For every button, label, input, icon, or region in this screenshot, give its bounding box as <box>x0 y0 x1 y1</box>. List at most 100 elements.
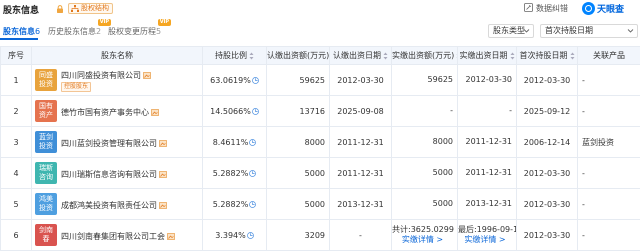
shareholder-avatar[interactable]: 瑞斯 咨询 <box>35 162 57 184</box>
data-error-label: 数据纠错 <box>536 4 568 13</box>
tab-history-shareholders[interactable]: 历史股东信息2 VIP <box>48 19 112 37</box>
shareholder-cell: 剑南春 四川剑南春集团有限公司工会 <box>31 219 203 251</box>
subscribed-amount: 5000 <box>266 188 330 220</box>
subscribed-amount: 8000 <box>266 126 330 158</box>
row-index: 4 <box>0 157 32 189</box>
chart-icon[interactable] <box>249 169 257 177</box>
shareholder-avatar[interactable]: 剑南春 <box>35 224 57 246</box>
paid-amount: 8000 <box>432 137 453 146</box>
first-holding-date: 2012-03-30 <box>516 188 578 220</box>
ratio-cell: 3.394% <box>202 219 267 251</box>
shareholder-name[interactable]: 四川瑞斯信息咨询有限公司 <box>61 169 167 180</box>
col-sub-date[interactable]: 认缴出资日期 <box>329 46 392 65</box>
ratio-cell: 14.5066% <box>202 95 267 127</box>
related-product[interactable]: - <box>577 95 640 127</box>
ratio-value: 5.2882% <box>212 168 249 178</box>
section-title: 股东信息 <box>3 6 40 16</box>
chart-icon[interactable] <box>249 200 257 208</box>
col-sub-amount[interactable]: 认缴出资额(万元) <box>266 46 330 65</box>
paid-date: 2012-03-30 <box>465 75 513 84</box>
paid-amount-cell: 5000 <box>391 188 458 220</box>
col-ratio[interactable]: 持股比例 <box>202 46 267 65</box>
col-label: 首次持股日期 <box>519 51 568 60</box>
col-related: 关联产品 <box>577 46 640 65</box>
related-product[interactable]: 蓝剑投资 <box>577 126 640 158</box>
related-product[interactable]: - <box>577 219 640 251</box>
shareholder-table: 序号 股东名称 持股比例 认缴出资额(万元) 认缴出资日期 实缴出资额(万元) … <box>0 46 640 251</box>
col-first-date[interactable]: 首次持股日期 <box>516 46 578 65</box>
related-product[interactable]: - <box>577 188 640 220</box>
paid-date: 2013-12-31 <box>465 199 513 208</box>
shareholder-name[interactable]: 四川剑南春集团有限公司工会 <box>61 231 175 242</box>
tab-shareholders[interactable]: 股东信息6 <box>3 26 40 37</box>
chart-icon[interactable] <box>251 107 259 115</box>
ratio-value: 3.394% <box>215 230 246 240</box>
sort-select[interactable]: 首次持股日期 <box>540 24 638 38</box>
related-product[interactable]: - <box>577 64 640 96</box>
shareholder-name[interactable]: 四川同盛投资有限公司 <box>61 70 151 81</box>
col-paid-date[interactable]: 实缴出资日期 <box>457 46 517 65</box>
row-index: 6 <box>0 219 32 251</box>
row-index: 3 <box>0 126 32 158</box>
table-row: 2 国有 资产 德竹市国有资产事务中心 14.5066% 13716 2025-0… <box>0 95 640 127</box>
picture-icon <box>159 140 167 147</box>
data-error-button[interactable]: 数据纠错 <box>524 3 568 14</box>
equity-structure-button[interactable]: 股权结构 <box>68 3 113 14</box>
subscribed-amount: 59625 <box>266 64 330 96</box>
tab-count: 6 <box>35 27 41 36</box>
vip-badge: VIP <box>97 19 112 26</box>
paid-amount-cell: - <box>391 95 458 127</box>
shareholder-avatar[interactable]: 同盛 投资 <box>35 69 57 91</box>
paid-amount: - <box>450 106 453 115</box>
tab-label: 历史股东信息 <box>48 27 96 36</box>
shareholder-name-text: 德竹市国有资产事务中心 <box>61 108 149 117</box>
shareholder-cell: 瑞斯 咨询 四川瑞斯信息咨询有限公司 <box>31 157 203 189</box>
ratio-value: 14.5066% <box>210 106 251 116</box>
row-index: 1 <box>0 64 32 96</box>
shareholder-cell: 同盛 投资 四川同盛投资有限公司 控股股东 <box>31 64 203 96</box>
shareholder-name[interactable]: 成都鸿美投资有限责任公司 <box>61 200 167 211</box>
brand-logo: 天眼查 <box>582 1 638 16</box>
shareholder-avatar[interactable]: 鸿美 投资 <box>35 193 57 215</box>
paid-date: 2011-12-31 <box>465 137 513 146</box>
paid-amount: 5000 <box>432 199 453 208</box>
lock-icon <box>57 5 63 13</box>
shareholder-type-select[interactable]: 股东类型 <box>488 24 534 38</box>
related-product[interactable]: - <box>577 157 640 189</box>
paid-date: 2011-12-31 <box>465 168 513 177</box>
first-holding-date: 2012-03-30 <box>516 64 578 96</box>
paid-detail-link[interactable]: 实缴详情 > <box>402 235 443 244</box>
shareholder-name-text: 成都鸿美投资有限责任公司 <box>61 201 157 210</box>
picture-icon <box>159 171 167 178</box>
tab-count: 2 <box>96 27 102 36</box>
ratio-cell: 5.2882% <box>202 157 267 189</box>
col-paid-amount[interactable]: 实缴出资额(万元) <box>391 46 458 65</box>
col-label: 实缴出资额(万元) <box>392 51 455 60</box>
table-row: 4 瑞斯 咨询 四川瑞斯信息咨询有限公司 5.2882% 5000 2011-12… <box>0 157 640 189</box>
shareholder-avatar[interactable]: 蓝剑 投资 <box>35 131 57 153</box>
edit-icon <box>524 3 533 12</box>
chart-icon[interactable] <box>251 76 259 84</box>
shareholder-name[interactable]: 德竹市国有资产事务中心 <box>61 107 159 118</box>
tab-equity-changes[interactable]: 股权变更历程5 VIP <box>108 19 172 37</box>
shareholder-name[interactable]: 四川蓝剑投资管理有限公司 <box>61 138 167 149</box>
ratio-cell: 63.0619% <box>202 64 267 96</box>
tab-count: 5 <box>156 27 162 36</box>
sort-icon <box>249 52 254 59</box>
table-row: 6 剑南春 四川剑南春集团有限公司工会 3.394% 3209 - 共计:362… <box>0 219 640 251</box>
shareholder-name-text: 四川蓝剑投资管理有限公司 <box>61 139 157 148</box>
subscribed-amount: 3209 <box>266 219 330 251</box>
row-index: 5 <box>0 188 32 220</box>
paid-amount: 5000 <box>432 168 453 177</box>
select-value: 首次持股日期 <box>545 26 593 35</box>
subscribed-date: 2013-12-31 <box>329 188 392 220</box>
paid-date-cell: 最后:1996-09-17实缴详情 > <box>457 219 517 251</box>
shareholder-name-text: 四川剑南春集团有限公司工会 <box>61 232 165 241</box>
chart-icon[interactable] <box>246 231 254 239</box>
first-holding-date: 2006-12-14 <box>516 126 578 158</box>
paid-detail-link[interactable]: 实缴详情 > <box>464 235 505 244</box>
equity-structure-icon <box>71 5 79 12</box>
shareholder-avatar[interactable]: 国有 资产 <box>35 100 57 122</box>
paid-amount-cell: 共计:3625.0299 实缴详情 > <box>391 219 458 251</box>
chart-icon[interactable] <box>249 138 257 146</box>
